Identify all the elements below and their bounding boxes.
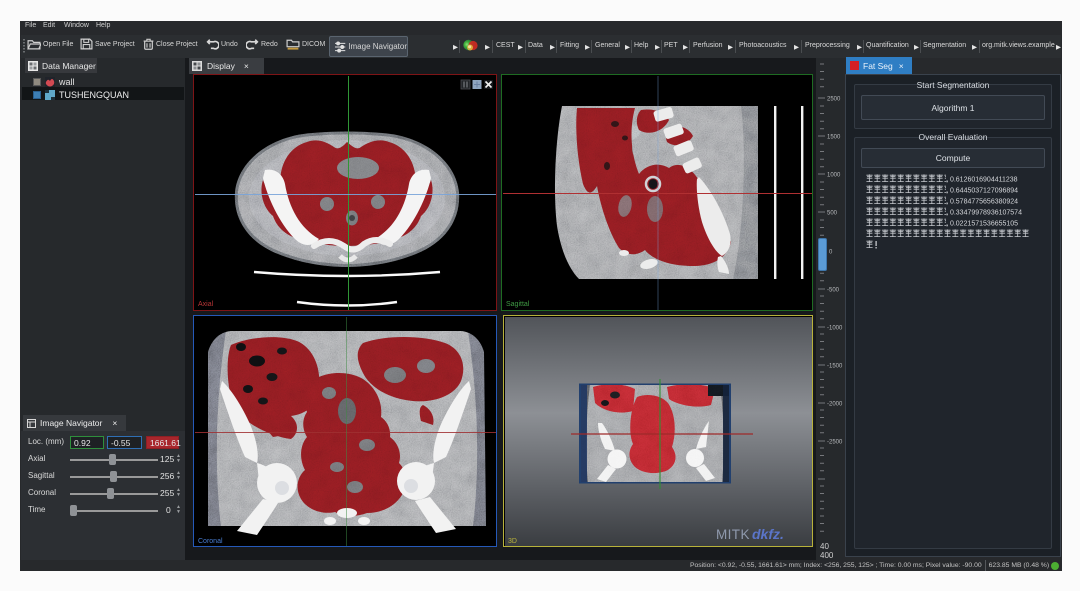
svg-text:1500: 1500	[827, 135, 841, 141]
svg-text:0: 0	[829, 250, 833, 256]
svg-text:-500: -500	[827, 288, 840, 294]
svg-text:MITK: MITK	[716, 527, 750, 542]
svg-text:-1500: -1500	[827, 364, 843, 370]
svg-text:500: 500	[827, 211, 838, 217]
svg-text:Axial: Axial	[198, 301, 214, 308]
svg-text:Coronal: Coronal	[198, 538, 223, 545]
svg-text:-2000: -2000	[827, 402, 843, 408]
svg-text:-2500: -2500	[827, 440, 843, 446]
svg-text:2500: 2500	[827, 97, 841, 103]
svg-text:Sagittal: Sagittal	[506, 301, 530, 308]
svg-text:-1000: -1000	[827, 326, 843, 332]
svg-text:dkfz.: dkfz.	[752, 526, 784, 542]
svg-text:3D: 3D	[508, 538, 517, 545]
svg-text:1000: 1000	[827, 173, 841, 179]
